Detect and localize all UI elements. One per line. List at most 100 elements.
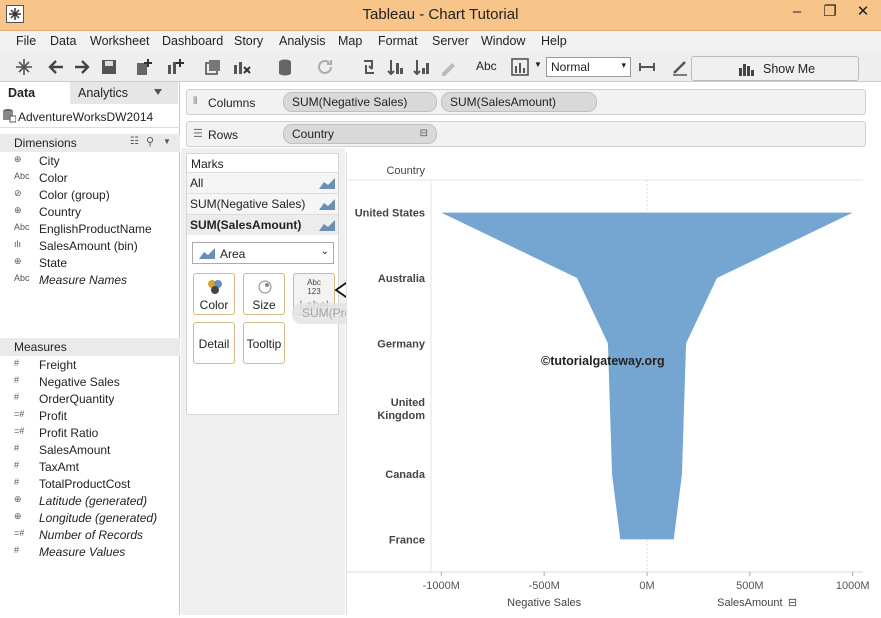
menu-map[interactable]: Map bbox=[338, 34, 362, 48]
category-label: Germany bbox=[377, 338, 426, 350]
menu-file[interactable]: File bbox=[16, 34, 36, 48]
measure-field[interactable]: # Negative Sales bbox=[0, 374, 180, 391]
detail-button[interactable]: Detail bbox=[193, 322, 235, 364]
marks-row-sales-amount[interactable]: SUM(SalesAmount) bbox=[187, 214, 338, 235]
duplicate-sheet-icon[interactable] bbox=[203, 57, 223, 77]
sort-descending-icon[interactable] bbox=[412, 57, 432, 77]
marks-row-all[interactable]: All bbox=[187, 172, 338, 193]
new-datasource-icon[interactable] bbox=[133, 57, 153, 77]
swap-rows-columns-icon[interactable] bbox=[360, 57, 380, 77]
menu-dashboard[interactable]: Dashboard bbox=[162, 34, 223, 48]
marks-row-negative-sales-label: SUM(Negative Sales) bbox=[190, 197, 306, 211]
fit-select[interactable]: Normal ▾ bbox=[546, 57, 631, 77]
measure-field[interactable]: # Freight bbox=[0, 357, 180, 374]
menu-worksheet[interactable]: Worksheet bbox=[90, 34, 150, 48]
dimension-field-label: Color (group) bbox=[39, 188, 110, 202]
menu-server[interactable]: Server bbox=[432, 34, 469, 48]
dimension-field[interactable]: ⊕ State bbox=[0, 255, 180, 272]
field-type-icon: ⊕ bbox=[14, 494, 22, 504]
x-axis-title-sales-amount: SalesAmount bbox=[717, 597, 782, 609]
marks-header: Marks bbox=[191, 157, 224, 171]
measure-field[interactable]: # SalesAmount bbox=[0, 442, 180, 459]
menu-help[interactable]: Help bbox=[541, 34, 567, 48]
measure-field[interactable]: ⊕ Latitude (generated) bbox=[0, 493, 180, 510]
menu-window[interactable]: Window bbox=[481, 34, 525, 48]
field-type-icon: ⊘ bbox=[14, 188, 22, 198]
pause-updates-icon[interactable] bbox=[276, 57, 296, 77]
sort-ascending-icon[interactable] bbox=[386, 57, 406, 77]
tooltip-button[interactable]: Tooltip bbox=[243, 322, 285, 364]
search-icon[interactable]: ⚲ bbox=[146, 135, 154, 148]
chevron-down-icon[interactable]: ▼ bbox=[163, 137, 171, 146]
measure-field[interactable]: ⊕ Longitude (generated) bbox=[0, 510, 180, 527]
category-label: United States bbox=[355, 208, 425, 220]
menu-data[interactable]: Data bbox=[50, 34, 76, 48]
title-bar: Tableau - Chart Tutorial – ❐ ✕ bbox=[0, 0, 881, 31]
chart-view: Country United States Australia Germany Unit… bbox=[346, 152, 870, 615]
color-palette-icon bbox=[208, 280, 222, 294]
back-arrow-icon[interactable] bbox=[46, 57, 66, 77]
close-button[interactable]: ✕ bbox=[848, 2, 878, 24]
chevron-down-icon: ⌄ bbox=[320, 246, 329, 257]
columns-pill-negative-sales[interactable]: SUM(Negative Sales) bbox=[283, 92, 437, 112]
dimension-field-label: EnglishProductName bbox=[39, 222, 152, 236]
rows-shelf[interactable]: ☰ Rows Country ⊟ bbox=[186, 121, 866, 147]
dimension-field[interactable]: Abc EnglishProductName bbox=[0, 221, 180, 238]
measure-field[interactable]: # OrderQuantity bbox=[0, 391, 180, 408]
measure-field-label: Profit bbox=[39, 409, 68, 423]
minimize-button[interactable]: – bbox=[782, 2, 812, 24]
tableau-home-icon[interactable] bbox=[14, 57, 34, 77]
tooltip-button-label: Tooltip bbox=[246, 337, 282, 351]
chevron-down-icon[interactable]: ▼ bbox=[534, 60, 542, 69]
tab-data[interactable]: Data bbox=[0, 82, 70, 104]
measure-field-label: Longitude (generated) bbox=[39, 511, 158, 525]
menu-analysis[interactable]: Analysis bbox=[279, 34, 326, 48]
field-type-icon: Abc bbox=[14, 222, 30, 232]
measure-field[interactable]: =# Profit bbox=[0, 408, 180, 425]
dimensions-header: Dimensions ☷ ⚲ ▼ bbox=[0, 134, 180, 152]
measure-field-label: SalesAmount bbox=[39, 443, 111, 457]
columns-pill-sales-amount[interactable]: SUM(SalesAmount) bbox=[441, 92, 597, 112]
field-type-icon: ⊕ bbox=[14, 205, 22, 215]
measure-field-label: OrderQuantity bbox=[39, 392, 115, 406]
dimension-field[interactable]: ılı SalesAmount (bin) bbox=[0, 238, 180, 255]
refresh-icon[interactable] bbox=[315, 57, 335, 77]
datasource-row[interactable]: AdventureWorksDW2014 bbox=[0, 104, 180, 128]
dimension-field[interactable]: ⊘ Color (group) bbox=[0, 187, 180, 204]
clear-sheet-icon[interactable] bbox=[232, 57, 252, 77]
dimension-field[interactable]: Abc Measure Names bbox=[0, 272, 180, 289]
measure-field[interactable]: # TaxAmt bbox=[0, 459, 180, 476]
field-type-icon: # bbox=[14, 443, 20, 453]
category-label: Australia bbox=[378, 273, 426, 285]
save-icon[interactable] bbox=[99, 57, 119, 77]
size-button[interactable]: Size bbox=[243, 273, 285, 315]
show-mark-labels-icon[interactable]: Abc bbox=[476, 59, 497, 73]
pane-menu-icon[interactable] bbox=[154, 89, 162, 97]
dimension-field[interactable]: ⊕ City bbox=[0, 153, 180, 170]
marks-row-negative-sales[interactable]: SUM(Negative Sales) bbox=[187, 193, 338, 214]
measure-field[interactable]: # TotalProductCost bbox=[0, 476, 180, 493]
forward-arrow-icon[interactable] bbox=[72, 57, 92, 77]
columns-shelf[interactable]: ⦀ Columns SUM(Negative Sales) SUM(SalesA… bbox=[186, 89, 866, 115]
columns-shelf-label: Columns bbox=[208, 96, 256, 110]
dimension-field[interactable]: Abc Color bbox=[0, 170, 180, 187]
restore-button[interactable]: ❐ bbox=[815, 2, 845, 24]
measure-field[interactable]: =# Profit Ratio bbox=[0, 425, 180, 442]
show-me-button[interactable]: Show Me bbox=[691, 56, 859, 81]
highlight-icon[interactable] bbox=[438, 57, 458, 77]
rows-pill-country[interactable]: Country ⊟ bbox=[283, 124, 437, 144]
measure-field[interactable]: =# Number of Records bbox=[0, 527, 180, 544]
menu-story[interactable]: Story bbox=[234, 34, 263, 48]
mark-type-select[interactable]: Area ⌄ bbox=[192, 242, 334, 264]
color-button[interactable]: Color bbox=[193, 273, 235, 315]
new-worksheet-icon[interactable] bbox=[166, 57, 186, 77]
measure-field[interactable]: # Measure Values bbox=[0, 544, 180, 561]
view-cards-icon[interactable] bbox=[510, 57, 530, 77]
measure-field-label: Measure Values bbox=[39, 545, 126, 559]
menu-format[interactable]: Format bbox=[378, 34, 418, 48]
fix-axes-icon[interactable] bbox=[637, 57, 657, 77]
view-options-icon[interactable]: ☷ bbox=[130, 136, 139, 147]
presentation-mode-icon[interactable] bbox=[670, 57, 690, 77]
field-type-icon: # bbox=[14, 460, 20, 470]
dimension-field[interactable]: ⊕ Country bbox=[0, 204, 180, 221]
